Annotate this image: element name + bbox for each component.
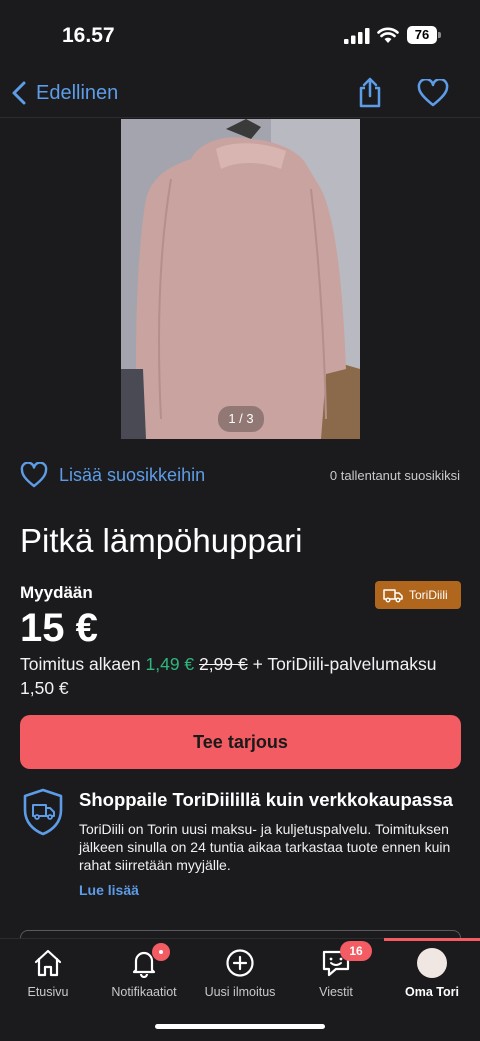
shipping-prefix: Toimitus alkaen: [20, 654, 141, 674]
back-button[interactable]: Edellinen: [10, 78, 118, 108]
home-indicator[interactable]: [155, 1024, 325, 1029]
delivery-truck-icon: [383, 589, 403, 603]
avatar: [417, 948, 447, 978]
photo-counter: 1 / 3: [218, 406, 264, 432]
shield-truck-icon: [23, 788, 63, 836]
listing-title: Pitkä lämpöhuppari: [20, 522, 303, 559]
heart-icon[interactable]: [417, 79, 449, 107]
toridiili-badge-label: ToriDiili: [409, 588, 448, 602]
read-more-link[interactable]: Lue lisää: [79, 882, 139, 898]
heart-icon: [20, 462, 48, 488]
tab-label: Etusivu: [27, 985, 69, 999]
tab-label: Oma Tori: [405, 985, 459, 999]
sale-type: Myydään: [20, 583, 93, 602]
plus-circle-icon: [226, 949, 254, 977]
tab-label: Notifikaatiot: [111, 985, 177, 999]
product-photo[interactable]: [121, 119, 360, 439]
back-label: Edellinen: [36, 81, 119, 104]
tab-etusivu[interactable]: Etusivu: [0, 939, 96, 1007]
product-photo-image: [121, 119, 360, 439]
make-offer-button[interactable]: Tee tarjous: [20, 715, 461, 769]
status-time: 16.57: [62, 24, 115, 47]
tab-label: Viestit: [319, 985, 353, 999]
nav-bar: Edellinen: [0, 70, 480, 118]
battery-level: 76: [407, 26, 437, 44]
tab-viestit[interactable]: 16 Viestit: [288, 939, 384, 1007]
tab-uusi-ilmoitus[interactable]: Uusi ilmoitus: [192, 939, 288, 1007]
shipping-info: Toimitus alkaen 1,49 € 2,99 € + ToriDiil…: [20, 652, 460, 700]
add-favorite-button[interactable]: Lisää suosikkeihin: [20, 459, 205, 491]
price: 15 €: [20, 606, 98, 650]
tab-notifikaatiot[interactable]: Notifikaatiot: [96, 939, 192, 1007]
shipping-price: 1,49 €: [145, 654, 195, 674]
battery-indicator: 76: [407, 26, 441, 44]
messages-badge: 16: [340, 941, 372, 961]
notification-dot: [152, 943, 170, 961]
shipping-old-price: 2,99 €: [199, 654, 248, 674]
wifi-icon: [377, 27, 399, 43]
home-icon: [34, 949, 62, 977]
share-icon[interactable]: [356, 76, 384, 108]
chevron-left-icon: [12, 81, 26, 105]
status-bar: 16.57 76: [0, 0, 480, 70]
add-favorite-label: Lisää suosikkeihin: [59, 464, 206, 485]
toridiili-badge: ToriDiili: [375, 581, 461, 609]
tab-label: Uusi ilmoitus: [204, 985, 276, 999]
tab-oma-tori[interactable]: Oma Tori: [384, 939, 480, 1007]
signal-icon: [344, 28, 370, 44]
promo-text: ToriDiili on Torin uusi maksu- ja kuljet…: [79, 821, 451, 873]
saved-count: 0 tallentanut suosikiksi: [329, 468, 460, 483]
promo-title: Shoppaile ToriDiilillä kuin verkkokaupas…: [79, 789, 453, 810]
